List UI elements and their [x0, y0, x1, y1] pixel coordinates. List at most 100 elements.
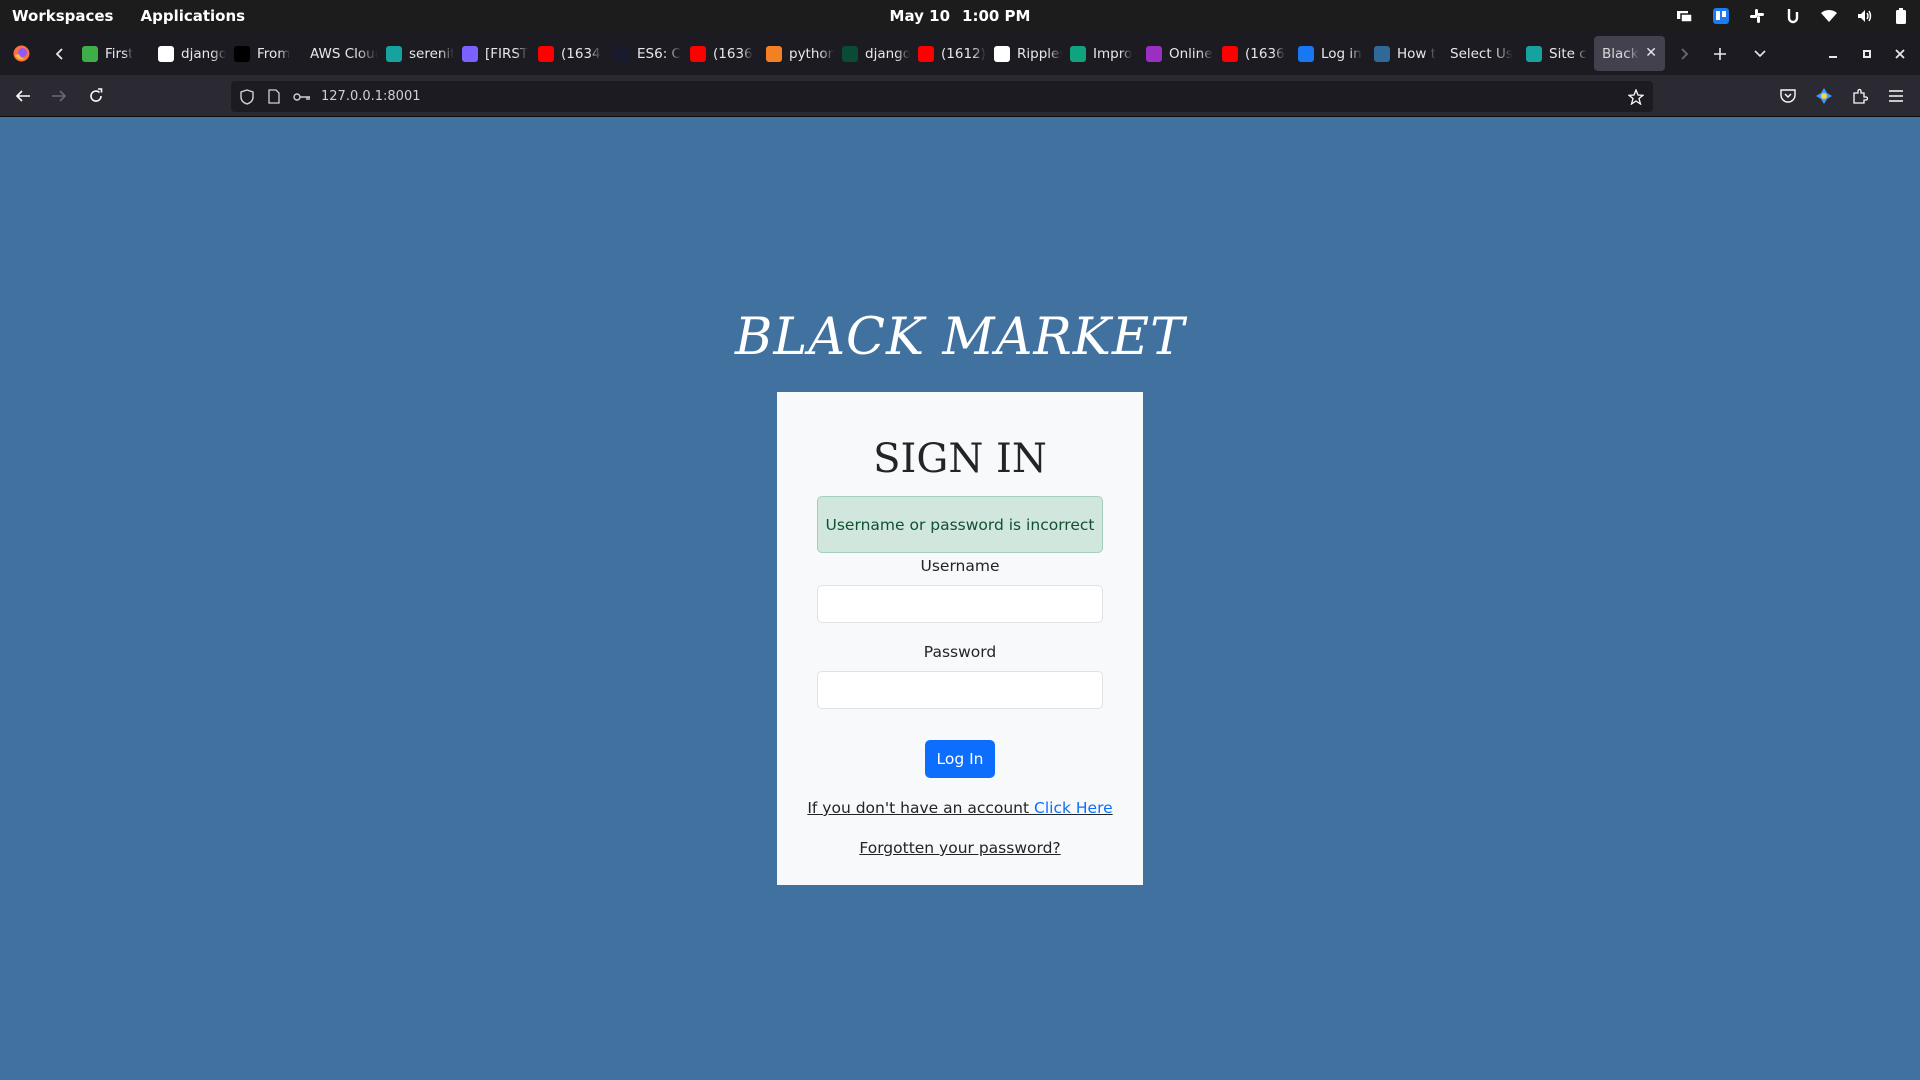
browser-tab[interactable]: Select Us: [1442, 36, 1518, 71]
browser-tab[interactable]: django: [150, 36, 226, 71]
browser-tab[interactable]: django: [834, 36, 910, 71]
browser-tab[interactable]: Impro: [1062, 36, 1138, 71]
key-icon[interactable]: [293, 81, 311, 112]
github-favicon-icon: [994, 45, 1010, 62]
tab-title: django: [181, 45, 226, 62]
tab-title: Impro: [1093, 45, 1133, 62]
browser-tab[interactable]: How t: [1366, 36, 1442, 71]
browser-tab[interactable]: (1612): [910, 36, 986, 71]
system-tray: [1676, 0, 1910, 32]
site-brand-title: BLACK MARKET: [734, 308, 1186, 367]
browser-tab[interactable]: python: [758, 36, 834, 71]
django-favicon-icon: [842, 45, 858, 62]
trello-icon[interactable]: [1712, 7, 1730, 25]
url-text: 127.0.0.1:8001: [321, 89, 421, 104]
password-label: Password: [923, 643, 997, 661]
page-info-icon[interactable]: [268, 81, 280, 112]
browser-tab[interactable]: First: [74, 36, 150, 71]
tabs-scroll-left-icon[interactable]: [50, 32, 70, 75]
browser-tab-strip: First django From AWS Cloud serenity [FIRST (1…: [0, 32, 1920, 75]
firefox-logo-icon[interactable]: [10, 32, 32, 75]
password-input[interactable]: [817, 671, 1103, 709]
system-top-bar: Workspaces Applications May 10 1:00 PM: [0, 0, 1920, 32]
youtube-favicon-icon: [538, 45, 554, 62]
green-doc-favicon-icon: [82, 45, 98, 62]
battery-icon[interactable]: [1892, 7, 1910, 25]
browser-tab[interactable]: Ripples: [986, 36, 1062, 71]
signin-heading: SIGN IN: [873, 436, 1047, 482]
browser-tab[interactable]: Site c: [1518, 36, 1594, 71]
forgot-password-link[interactable]: Forgotten your password?: [777, 839, 1143, 857]
applications-menu[interactable]: Applications: [140, 7, 245, 25]
browser-tab[interactable]: (1634: [530, 36, 606, 71]
username-input[interactable]: [817, 585, 1103, 623]
browser-tab[interactable]: AWS Cloud: [302, 36, 378, 71]
signup-link[interactable]: Click Here: [1034, 799, 1113, 817]
account-avatar-icon[interactable]: [1810, 75, 1838, 117]
browser-tab[interactable]: [FIRST: [454, 36, 530, 71]
close-tab-icon[interactable]: ✕: [1645, 45, 1657, 61]
list-all-tabs-chevron-icon[interactable]: [1749, 32, 1771, 75]
window-close-icon[interactable]: [1890, 32, 1910, 75]
tab-title: From: [257, 45, 291, 62]
tab-title: ES6: C: [637, 45, 681, 62]
tab-title: serenity: [409, 45, 454, 62]
browser-tab[interactable]: From: [226, 36, 302, 71]
tab-title: Black: [1602, 45, 1639, 62]
clock-date: May 10: [889, 7, 951, 25]
tab-title: Site c: [1549, 45, 1587, 62]
tab-title: (1634: [561, 45, 601, 62]
back-arrow-icon[interactable]: [9, 75, 37, 117]
extensions-puzzle-icon[interactable]: [1846, 75, 1874, 117]
address-bar[interactable]: 127.0.0.1:8001: [231, 81, 1653, 112]
workspaces-menu[interactable]: Workspaces: [12, 7, 113, 25]
forward-arrow-icon[interactable]: [45, 75, 73, 117]
clock[interactable]: May 10 1:00 PM: [890, 0, 1031, 32]
browser-tab[interactable]: Online: [1138, 36, 1214, 71]
u-app-icon[interactable]: [1784, 7, 1802, 25]
browser-tab[interactable]: ES6: C: [606, 36, 682, 71]
tab-title: First: [105, 45, 134, 62]
tab-title: django: [865, 45, 910, 62]
slack-icon[interactable]: [1748, 7, 1766, 25]
bookmark-star-icon[interactable]: [1628, 81, 1644, 112]
tracking-shield-icon[interactable]: [240, 81, 254, 112]
tab-title: AWS Cloud: [310, 45, 378, 62]
browser-tab[interactable]: (1636: [1214, 36, 1290, 71]
browser-tab[interactable]: Log in: [1290, 36, 1366, 71]
browser-tab[interactable]: serenity: [378, 36, 454, 71]
volume-icon[interactable]: [1856, 7, 1874, 25]
chatgpt-favicon-icon: [1070, 45, 1086, 62]
medium-favicon-icon: [234, 45, 250, 62]
login-button[interactable]: Log In: [925, 740, 995, 778]
youtube-favicon-icon: [690, 45, 706, 62]
page-body: BLACK MARKET SIGN IN Username or passwor…: [0, 118, 1920, 1080]
browser-tab[interactable]: (1636: [682, 36, 758, 71]
window-minimize-icon[interactable]: [1823, 32, 1843, 75]
youtube-favicon-icon: [1222, 45, 1238, 62]
browser-nav-bar: 127.0.0.1:8001: [0, 75, 1920, 117]
youtube-favicon-icon: [918, 45, 934, 62]
facebook-favicon-icon: [1298, 45, 1314, 62]
wifi-icon[interactable]: [1820, 7, 1838, 25]
tab-title: Log in: [1321, 45, 1362, 62]
browser-tab[interactable]: Black ✕: [1594, 36, 1665, 71]
clock-time: 1:00 PM: [962, 7, 1031, 25]
tabs-scroll-right-icon[interactable]: [1674, 32, 1694, 75]
tab-title: [FIRST: [485, 45, 529, 62]
window-maximize-icon[interactable]: [1857, 32, 1877, 75]
pocket-icon[interactable]: [1774, 75, 1802, 117]
white-box-favicon-icon: [158, 45, 174, 62]
username-label: Username: [920, 557, 1000, 575]
purple-list-favicon-icon: [1146, 45, 1162, 62]
tab-title: How t: [1397, 45, 1437, 62]
tab-title: Select Us: [1450, 45, 1513, 62]
purple-feather-favicon-icon: [462, 45, 478, 62]
screen-share-icon[interactable]: [1676, 7, 1694, 25]
reload-icon[interactable]: [82, 75, 110, 117]
login-error-alert: Username or password is incorrect: [817, 496, 1103, 553]
tab-title: python: [789, 45, 834, 62]
new-tab-plus-icon[interactable]: [1709, 32, 1731, 75]
tab-title: Ripples: [1017, 45, 1062, 62]
hamburger-menu-icon[interactable]: [1882, 75, 1910, 117]
